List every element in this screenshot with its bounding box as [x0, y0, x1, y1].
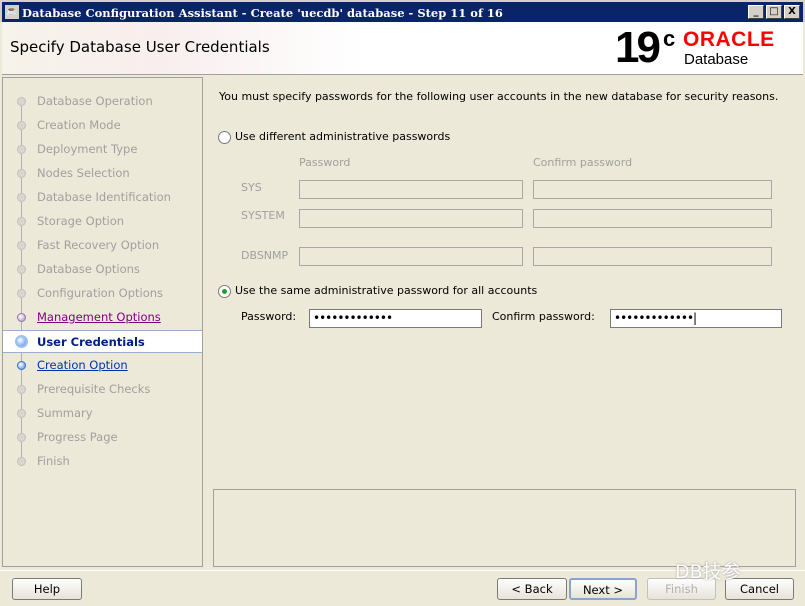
step-status-icon	[17, 433, 26, 442]
step-status-icon	[17, 457, 26, 466]
step-status-icon	[17, 121, 26, 130]
sidebar-item-label: Creation Mode	[37, 118, 121, 132]
next-button[interactable]: Next >	[569, 578, 637, 600]
sidebar-item-label: Database Identification	[37, 190, 171, 204]
sidebar-item-summary: Summary	[3, 402, 202, 425]
step-status-icon	[17, 409, 26, 418]
intro-text: You must specify passwords for the follo…	[219, 90, 779, 103]
watermark: DB技参	[675, 561, 741, 583]
sidebar-item-creation-option[interactable]: Creation Option	[3, 354, 202, 377]
sidebar-item-configuration-options: Configuration Options	[3, 282, 202, 305]
java-app-icon: ☕	[5, 5, 19, 19]
sidebar-item-label: Management Options	[37, 310, 161, 324]
sidebar-item-progress-page: Progress Page	[3, 426, 202, 449]
confirm-password-label: Confirm password:	[492, 310, 595, 323]
sys-password-field[interactable]	[299, 180, 523, 199]
sidebar-item-database-operation: Database Operation	[3, 90, 202, 113]
close-button[interactable]: X	[784, 5, 800, 19]
system-password-field[interactable]	[299, 209, 523, 228]
step-status-icon	[17, 169, 26, 178]
step-status-icon	[17, 289, 26, 298]
sidebar-item-label: Storage Option	[37, 214, 125, 228]
sidebar-item-database-identification: Database Identification	[3, 186, 202, 209]
back-button[interactable]: < Back	[497, 578, 567, 600]
password-label: Password:	[241, 310, 297, 323]
sidebar-item-label: Database Operation	[37, 94, 153, 108]
step-status-icon	[17, 313, 26, 322]
sidebar-item-storage-option: Storage Option	[3, 210, 202, 233]
confirm-column-header: Confirm password	[533, 156, 633, 169]
dbsnmp-password-field[interactable]	[299, 247, 523, 266]
same-password-label[interactable]: Use the same administrative password for…	[235, 284, 537, 297]
sidebar-item-fast-recovery-option: Fast Recovery Option	[3, 234, 202, 257]
dbsnmp-label: DBSNMP	[241, 249, 289, 262]
sidebar-item-label: Creation Option	[37, 358, 128, 372]
password-column-header: Password	[299, 156, 351, 169]
sidebar-item-deployment-type: Deployment Type	[3, 138, 202, 161]
confirm-password-input[interactable]: •••••••••••••|	[610, 309, 782, 328]
sidebar-item-label: Summary	[37, 406, 93, 420]
page-title: Specify Database User Credentials	[10, 38, 270, 56]
different-passwords-radio[interactable]	[218, 131, 231, 144]
maximize-button[interactable]: □	[766, 5, 782, 19]
sidebar-item-user-credentials: User Credentials	[3, 330, 202, 353]
sidebar-item-label: Deployment Type	[37, 142, 138, 156]
dbsnmp-confirm-field[interactable]	[533, 247, 772, 266]
sidebar-item-nodes-selection: Nodes Selection	[3, 162, 202, 185]
step-status-icon	[17, 265, 26, 274]
step-status-icon	[17, 145, 26, 154]
same-password-radio[interactable]	[218, 285, 231, 298]
sidebar-item-label: User Credentials	[37, 335, 145, 349]
sidebar-item-database-options: Database Options	[3, 258, 202, 281]
sidebar-item-creation-mode: Creation Mode	[3, 114, 202, 137]
title-bar: ☕ Database Configuration Assistant - Cre…	[0, 0, 805, 22]
sidebar-item-finish: Finish	[3, 450, 202, 473]
sidebar-item-label: Progress Page	[37, 430, 118, 444]
step-status-icon	[15, 335, 28, 348]
password-input[interactable]: •••••••••••••	[309, 309, 482, 328]
sidebar-item-label: Prerequisite Checks	[37, 382, 151, 396]
system-label: SYSTEM	[241, 209, 285, 222]
sys-label: SYS	[241, 181, 262, 194]
sidebar-item-label: Nodes Selection	[37, 166, 130, 180]
sidebar-item-label: Fast Recovery Option	[37, 238, 160, 252]
step-status-icon	[17, 385, 26, 394]
help-button[interactable]: Help	[12, 578, 82, 600]
sidebar-item-prerequisite-checks: Prerequisite Checks	[3, 378, 202, 401]
sidebar-item-label: Configuration Options	[37, 286, 164, 300]
sys-confirm-field[interactable]	[533, 180, 772, 199]
step-status-icon	[17, 97, 26, 106]
sidebar-item-management-options[interactable]: Management Options	[3, 306, 202, 329]
system-confirm-field[interactable]	[533, 209, 772, 228]
window-title: Database Configuration Assistant - Creat…	[22, 6, 503, 20]
minimize-button[interactable]: _	[748, 5, 764, 19]
steps-sidebar: Database Operation Creation Mode Deploymen…	[2, 77, 203, 567]
step-status-icon	[17, 241, 26, 250]
page-header: Specify Database User Credentials 19 c O…	[2, 22, 803, 75]
different-passwords-label[interactable]: Use different administrative passwords	[235, 130, 450, 143]
step-status-icon	[17, 361, 26, 370]
step-status-icon	[17, 217, 26, 226]
message-area	[213, 489, 796, 567]
step-status-icon	[17, 193, 26, 202]
sidebar-item-label: Finish	[37, 454, 70, 468]
main-panel: You must specify passwords for the follo…	[210, 77, 802, 567]
sidebar-item-label: Database Options	[37, 262, 140, 276]
